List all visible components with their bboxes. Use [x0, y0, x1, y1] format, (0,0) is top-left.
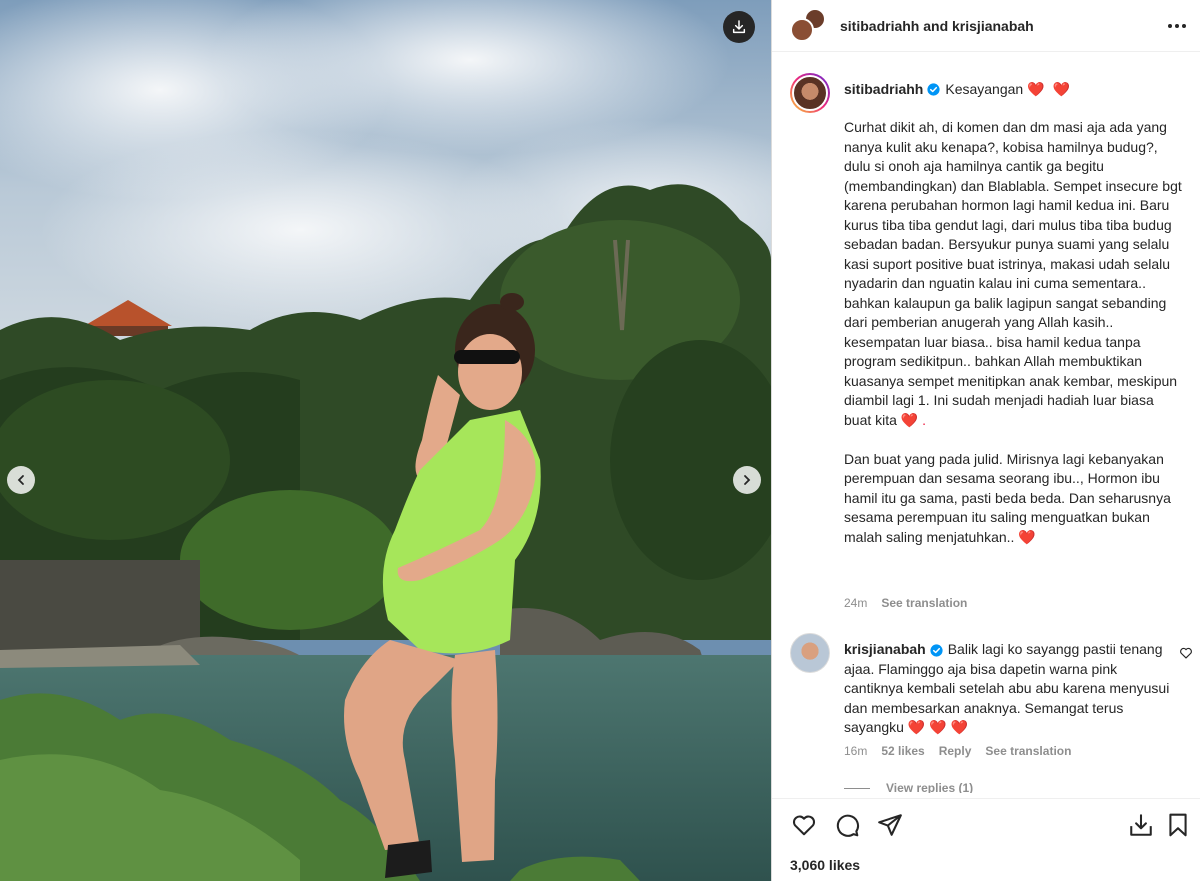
caption-paragraph-1: Curhat dikit ah, di komen dan dm masi aj…: [844, 119, 1182, 428]
caption-paragraph-2: Dan buat yang pada julid. Mirisnya lagi …: [844, 450, 1171, 545]
photo-scene: [0, 0, 771, 881]
caption-title: Kesayangan: [945, 81, 1024, 97]
caption-username[interactable]: sitibadriahh: [844, 80, 923, 98]
comment-avatar[interactable]: [790, 633, 830, 673]
download-icon: [732, 20, 746, 34]
caption-header: sitibadriahh Kesayangan ❤️ ❤️: [844, 80, 1072, 98]
post-header: sitibadriahh and krisjianabah: [772, 0, 1200, 52]
caption-timestamp: 24m: [844, 596, 868, 610]
save-to-collection-icon: [1130, 814, 1152, 836]
caption-see-translation[interactable]: See translation: [881, 596, 967, 610]
share-button[interactable]: [876, 811, 904, 839]
chevron-left-icon: [17, 475, 24, 485]
post-actions: 3,060 likes: [772, 798, 1200, 881]
post-header-title[interactable]: sitibadriahh and krisjianabah: [840, 18, 1034, 34]
next-photo-button[interactable]: [733, 466, 761, 494]
post-photo[interactable]: [0, 0, 771, 881]
heart-icon: [792, 815, 816, 836]
comment-see-translation[interactable]: See translation: [985, 744, 1071, 758]
comment-button[interactable]: [833, 811, 861, 839]
caption-meta: 24m See translation: [844, 596, 967, 610]
more-horizontal-icon: [1168, 24, 1172, 28]
comment-timestamp: 16m: [844, 744, 868, 758]
comment-meta: 16m 52 likes Reply See translation: [844, 744, 1071, 758]
chevron-right-icon: [744, 475, 751, 485]
avatar: [790, 17, 814, 42]
comments-scroll[interactable]: sitibadriahh Kesayangan ❤️ ❤️ Curhat dik…: [772, 53, 1200, 793]
previous-photo-button[interactable]: [7, 466, 35, 494]
replies-divider: [844, 787, 870, 789]
comment-likes[interactable]: 52 likes: [881, 744, 924, 758]
comment-icon: [836, 814, 859, 837]
caption-avatar[interactable]: [790, 73, 830, 113]
verified-badge-icon: [930, 644, 943, 657]
caption-paragraph-1-end: ❤️ .: [900, 411, 927, 428]
like-button[interactable]: [790, 811, 818, 839]
save-to-collection-button[interactable]: [1127, 811, 1155, 839]
send-icon: [878, 814, 902, 836]
caption-title-hearts: ❤️ ❤️: [1027, 81, 1072, 97]
comment-username[interactable]: krisjianabah: [844, 641, 926, 657]
post-likes-count[interactable]: 3,060 likes: [790, 857, 860, 873]
view-replies-button[interactable]: View replies (1): [844, 781, 973, 793]
comment-text: krisjianabah Balik lagi ko sayangg pastii…: [844, 640, 1174, 738]
collab-avatars[interactable]: [790, 7, 826, 44]
post-viewer: sitibadriahh and krisjianabah sitibadria…: [0, 0, 1200, 881]
verified-badge-icon: [927, 82, 940, 96]
caption-paragraph-2-end: ❤️: [1018, 528, 1036, 545]
more-options-button[interactable]: [1165, 16, 1189, 36]
bookmark-button[interactable]: [1164, 811, 1192, 839]
comment-like-icon[interactable]: [1179, 646, 1193, 660]
bookmark-icon: [1169, 813, 1187, 837]
view-replies-label: View replies (1): [886, 781, 974, 793]
comment-hearts: ❤️ ❤️ ❤️: [907, 719, 968, 735]
post-side-panel: sitibadriahh and krisjianabah sitibadria…: [771, 0, 1200, 881]
comment-reply-button[interactable]: Reply: [939, 744, 972, 758]
download-button[interactable]: [723, 11, 755, 43]
caption-text: Curhat dikit ah, di komen dan dm masi aj…: [844, 118, 1184, 547]
